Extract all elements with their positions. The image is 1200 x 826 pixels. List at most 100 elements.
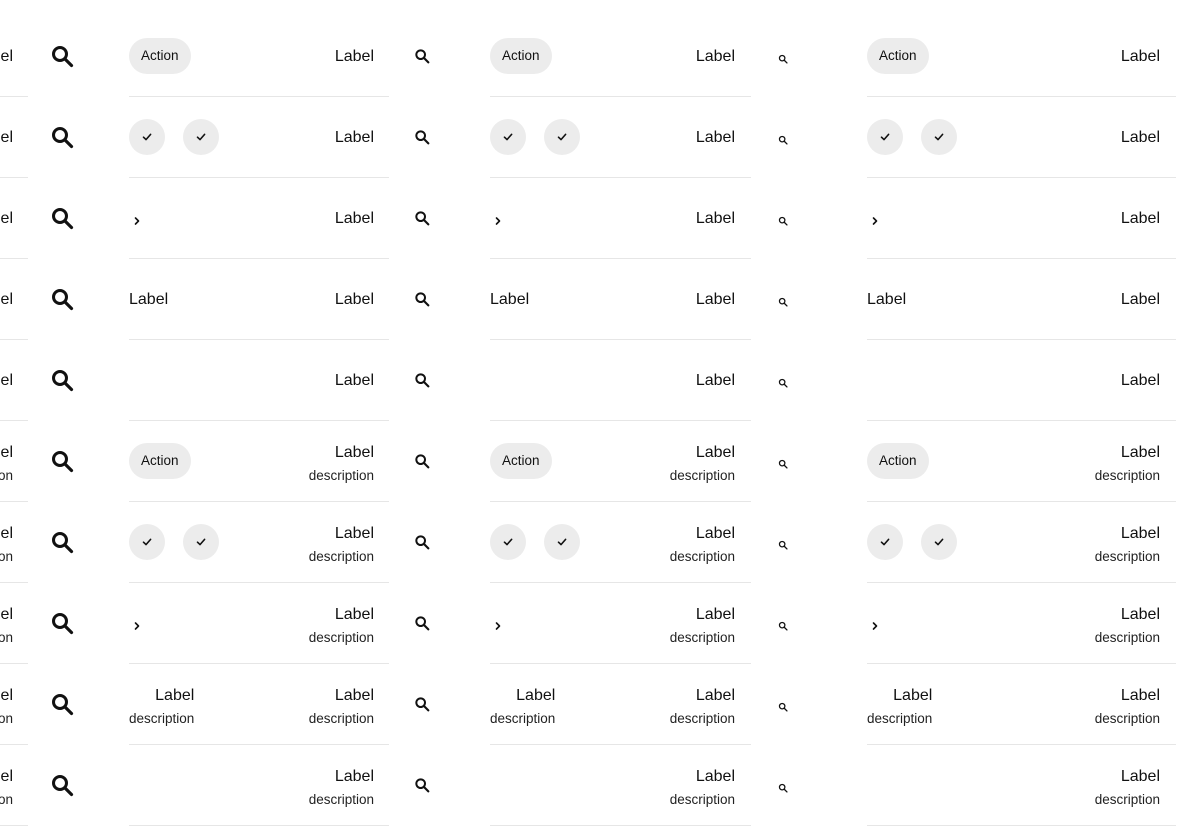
search-icon[interactable] (414, 48, 430, 69)
chevron-right-icon[interactable] (493, 213, 503, 225)
list-item[interactable]: Label description (490, 745, 751, 826)
search-icon[interactable] (778, 375, 788, 393)
search-icon[interactable] (50, 44, 74, 73)
action-chip[interactable]: Action (129, 443, 191, 479)
check-button[interactable] (921, 524, 957, 560)
action-chip[interactable]: Action (490, 38, 552, 74)
list-item[interactable]: Action Label (490, 16, 751, 97)
trailing-label: Label (334, 444, 374, 461)
trailing-description: description (308, 711, 374, 726)
list-item[interactable]: Label description (129, 745, 389, 826)
search-icon[interactable] (414, 210, 430, 231)
list-item[interactable]: Label (129, 340, 389, 421)
search-icon[interactable] (414, 696, 430, 717)
chevron-right-icon[interactable] (132, 618, 142, 630)
list-item[interactable]: Label (867, 97, 1176, 178)
search-icon[interactable] (778, 213, 788, 231)
search-icon[interactable] (778, 780, 788, 798)
search-icon[interactable] (50, 530, 74, 559)
check-button[interactable] (921, 119, 957, 155)
chevron-right-icon[interactable] (870, 618, 880, 630)
list-item[interactable]: Label description (129, 583, 389, 664)
search-icon[interactable] (778, 456, 788, 474)
search-icon[interactable] (778, 51, 788, 69)
search-icon[interactable] (414, 372, 430, 393)
action-chip[interactable]: Action (129, 38, 191, 74)
check-button[interactable] (544, 524, 580, 560)
action-chip[interactable]: Action (490, 443, 552, 479)
list-item[interactable]: Label description (867, 583, 1176, 664)
trailing-description: description (1094, 630, 1160, 645)
list-item[interactable]: Action Label (129, 16, 389, 97)
leading-description: description (129, 711, 195, 726)
search-icon[interactable] (50, 773, 74, 802)
trailing-description: description (1094, 711, 1160, 726)
chevron-right-icon[interactable] (132, 213, 142, 225)
leading-label: Label (155, 687, 195, 704)
list-item[interactable]: Label description (490, 583, 751, 664)
check-button[interactable] (490, 524, 526, 560)
chevron-right-icon[interactable] (493, 618, 503, 630)
search-icon[interactable] (778, 618, 788, 636)
list-item[interactable]: Label description (867, 502, 1176, 583)
action-chip[interactable]: Action (867, 443, 929, 479)
search-icon[interactable] (414, 453, 430, 474)
trailing-label: Label (695, 129, 735, 146)
trailing-label: Label (334, 768, 374, 785)
search-icon[interactable] (778, 132, 788, 150)
trailing-label: Label (695, 768, 735, 785)
search-icon[interactable] (414, 615, 430, 636)
check-button[interactable] (183, 119, 219, 155)
search-icon[interactable] (50, 692, 74, 721)
list-item[interactable]: Label (867, 340, 1176, 421)
trailing-description: description (1094, 792, 1160, 807)
list-item[interactable]: Label description Label description (490, 664, 751, 745)
trailing-label: Label (334, 48, 374, 65)
search-icon[interactable] (414, 777, 430, 798)
search-icon[interactable] (414, 291, 430, 312)
check-button[interactable] (129, 119, 165, 155)
list-item[interactable]: Label (867, 178, 1176, 259)
check-button[interactable] (867, 119, 903, 155)
check-icon (880, 132, 890, 142)
list-item[interactable]: Label (490, 340, 751, 421)
search-icon[interactable] (778, 699, 788, 717)
list-item[interactable]: Label description (129, 502, 389, 583)
list-item[interactable]: Label (490, 97, 751, 178)
search-icon[interactable] (50, 611, 74, 640)
list-item[interactable]: Label Label (490, 259, 751, 340)
list-item[interactable]: Label Label (129, 259, 389, 340)
list-item[interactable]: Label (129, 178, 389, 259)
list-item[interactable]: Action Label description (129, 421, 389, 502)
trailing-description: description (669, 711, 735, 726)
list-item[interactable]: Label Label (867, 259, 1176, 340)
list-item[interactable]: Action Label description (490, 421, 751, 502)
list-item[interactable]: Action Label description (867, 421, 1176, 502)
search-icon[interactable] (50, 449, 74, 478)
search-icon[interactable] (414, 534, 430, 555)
search-icon[interactable] (414, 129, 430, 150)
check-button[interactable] (490, 119, 526, 155)
check-button[interactable] (544, 119, 580, 155)
check-button[interactable] (129, 524, 165, 560)
check-button[interactable] (183, 524, 219, 560)
chevron-right-icon[interactable] (870, 213, 880, 225)
search-icon[interactable] (778, 294, 788, 312)
partial-description: on (0, 792, 13, 807)
search-icon[interactable] (50, 206, 74, 235)
action-chip[interactable]: Action (867, 38, 929, 74)
list-item[interactable]: Action Label (867, 16, 1176, 97)
search-icon[interactable] (50, 125, 74, 154)
list-item[interactable]: Label description Label description (129, 664, 389, 745)
list-item[interactable]: Label description (490, 502, 751, 583)
check-button[interactable] (867, 524, 903, 560)
list-item[interactable]: Label description Label description (867, 664, 1176, 745)
search-icon[interactable] (50, 287, 74, 316)
list-item[interactable]: Label (129, 97, 389, 178)
search-icon[interactable] (778, 537, 788, 555)
list-item[interactable]: Label description (867, 745, 1176, 826)
search-icon[interactable] (50, 368, 74, 397)
partial-label: el (0, 606, 13, 623)
partial-row: el (0, 97, 28, 178)
list-item[interactable]: Label (490, 178, 751, 259)
